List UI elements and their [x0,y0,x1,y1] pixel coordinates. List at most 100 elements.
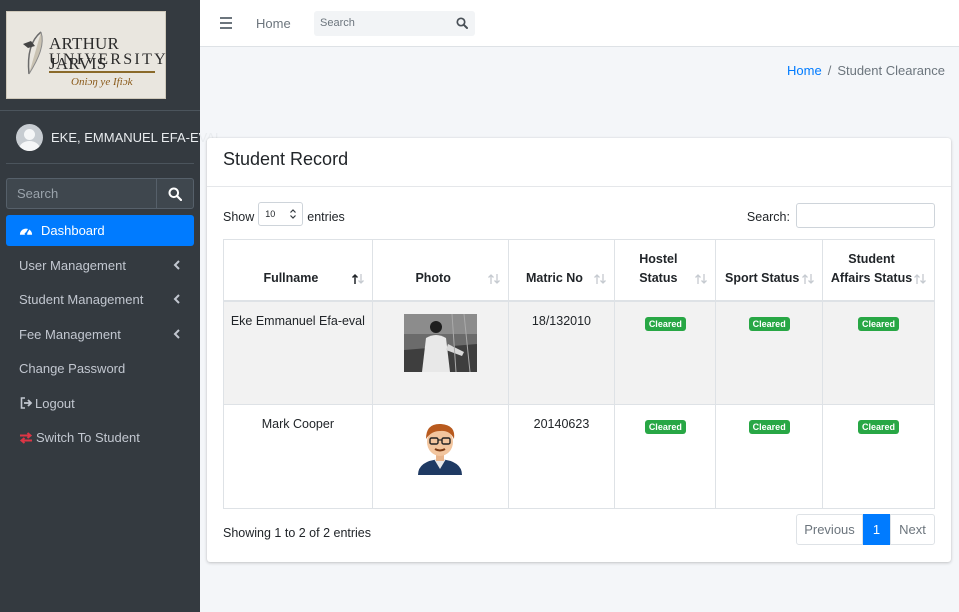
cell-photo [371,300,509,405]
cell-sport-status: Cleared [715,300,824,405]
column-header-hostel-status[interactable]: Hostel Status [614,239,717,302]
university-logo[interactable]: ARTHUR JARVIS UNIVERSITY Oniɔŋ ye Ifiɔk [6,11,166,99]
student-photo[interactable] [403,313,477,372]
navbar-search-input[interactable]: Search [314,11,475,36]
sort-asc-icon [351,273,364,284]
table-search-input[interactable] [796,203,935,228]
cell-affairs-status: Cleared [822,300,935,405]
cell-hostel-status: Cleared [614,300,717,405]
column-header-line2: Fullname [263,270,319,285]
tachometer-icon [19,224,33,238]
column-header-line2: Photo [415,270,451,285]
column-header-matric-no[interactable]: Matric No [507,239,616,302]
chevron-left-icon [173,259,180,270]
sort-icon [594,273,607,284]
sidebar-item-label: Logout [35,395,75,411]
sidebar-search-input[interactable]: Search [6,178,156,209]
sidebar-item-label: Dashboard [41,223,105,238]
card-title: Student Record [223,149,349,169]
student-record-card: Student Record Show 10 entries Search: F… [207,138,951,562]
brand: ARTHUR JARVIS UNIVERSITY Oniɔŋ ye Ifiɔk [0,0,200,111]
search-icon [168,187,182,201]
search-icon[interactable] [456,17,468,29]
user-name[interactable]: EKE, EMMANUEL EFA-EVAL [51,130,222,145]
page-length-select[interactable]: 10 [258,202,304,226]
sidebar-item-label: Student Management [19,292,144,307]
top-navbar: Home Search [200,0,959,47]
status-badge: Cleared [748,420,790,434]
select-arrows-icon [290,209,297,219]
pagination: Previous 1 Next [796,514,935,545]
logo-motto: Oniɔŋ ye Ifiɔk [71,76,133,88]
pagination-previous[interactable]: Previous [796,514,863,545]
table-header-row: Fullname Photo Matric No Hostel Status S… [223,239,935,302]
status-badge: Cleared [858,420,900,434]
sidebar-item-student-management[interactable]: Student Management [6,284,194,315]
card-header: Student Record [207,138,951,187]
column-header-line2: Status [639,270,678,285]
sidebar-search-button[interactable] [156,178,194,209]
sidebar-item-switch-to-student[interactable]: Switch To Student [6,422,194,453]
sidebar-search: Search [6,178,194,209]
avatar[interactable] [16,123,43,151]
status-badge: Cleared [644,316,686,331]
nav-link-home[interactable]: Home [256,16,291,31]
datatable-controls: Show 10 entries Search: [223,202,935,228]
sort-icon [914,273,926,284]
sidebar-item-dashboard[interactable]: Dashboard [6,215,194,246]
cell-sport-status: Cleared [715,404,824,509]
sidebar-item-fee-management[interactable]: Fee Management [6,319,194,350]
breadcrumb-current: Student Clearance [837,63,945,78]
sidebar-nav: Dashboard User Management Student Manage… [6,215,194,457]
chevron-left-icon [173,294,180,304]
column-header-fullname[interactable]: Fullname [223,239,373,302]
cell-fullname: Eke Emmanuel Efa-eval [223,300,373,405]
pagination-page-1[interactable]: 1 [863,514,890,545]
feather-icon [23,31,43,75]
sidebar-item-user-management[interactable]: User Management [6,250,194,281]
cartoon-avatar[interactable] [404,417,477,475]
sort-icon [695,273,708,284]
table-info: Showing 1 to 2 of 2 entries [223,526,372,540]
pagination-next[interactable]: Next [890,514,935,545]
status-badge: Cleared [644,420,686,434]
column-header-line1: Student [848,251,895,266]
sidebar-item-label: Switch To Student [36,430,140,445]
column-header-line2: Sport Status [725,270,800,285]
sidebar-item-label: User Management [19,257,126,273]
table-row[interactable]: Eke Emmanuel Efa-eval 18/132010 Cleared … [223,300,935,405]
entries-label: entries [307,210,345,224]
sidebar: ARTHUR JARVIS UNIVERSITY Oniɔŋ ye Ifiɔk … [0,0,222,612]
sidebar-item-label: Change Password [19,361,126,376]
show-label: Show [223,210,255,224]
cell-fullname: Mark Cooper [223,404,373,509]
cell-photo [371,404,509,509]
column-header-photo[interactable]: Photo [371,239,509,302]
sign-out-icon [19,396,33,410]
sidebar-item-logout[interactable]: Logout [6,388,194,419]
column-header-sport-status[interactable]: Sport Status [715,239,824,302]
navbar-search-placeholder: Search [320,17,355,29]
cell-affairs-status: Cleared [822,404,935,509]
table-search-label: Search: [746,209,790,224]
page-length-value: 10 [265,209,276,219]
column-header-line1: Hostel [639,251,678,266]
page-length-control: Show 10 entries [223,202,345,226]
cell-hostel-status: Cleared [614,404,717,509]
hamburger-icon[interactable] [220,17,232,29]
sidebar-item-change-password[interactable]: Change Password [6,353,194,384]
user-panel[interactable]: EKE, EMMANUEL EFA-EVAL [6,111,222,164]
sidebar-item-label: Fee Management [19,326,121,342]
status-badge: Cleared [858,316,900,331]
table-row[interactable]: Mark Cooper 20140623 Cleared Cleared Cle… [223,404,935,509]
status-badge: Cleared [748,316,790,331]
table-search: Search: [747,203,935,228]
cell-matric-no: 20140623 [507,404,616,509]
column-header-line2: Affairs Status [830,270,913,285]
sort-icon [802,273,815,284]
breadcrumb-separator: / [827,63,832,78]
column-header-student-affairs-status[interactable]: Student Affairs Status [822,239,935,302]
exchange-icon [19,431,33,445]
breadcrumb-home[interactable]: Home [787,63,822,78]
column-header-line2: Matric No [525,270,583,285]
